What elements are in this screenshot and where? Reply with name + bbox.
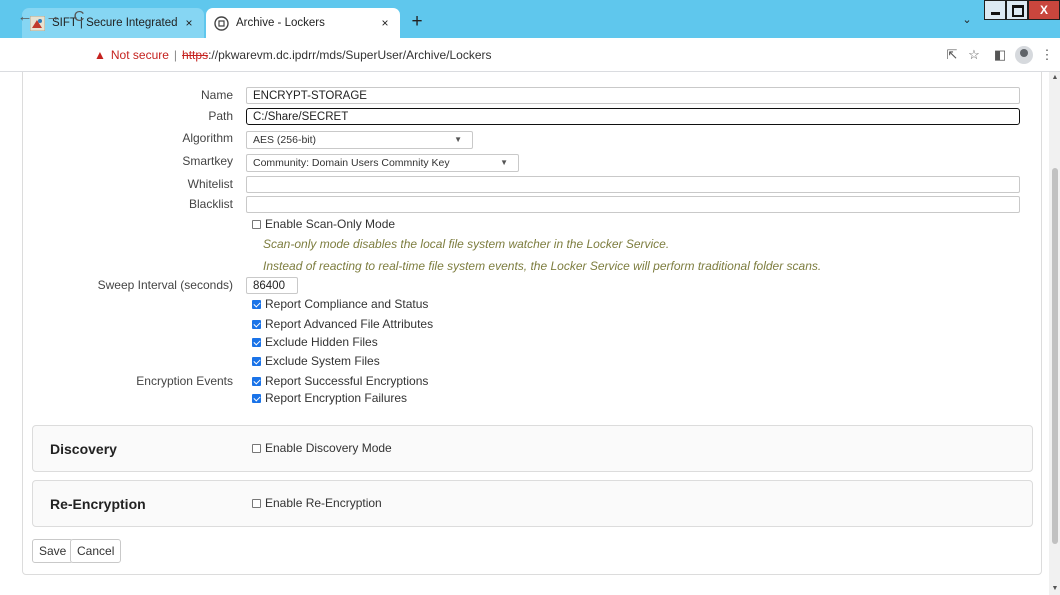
bookmark-star-icon[interactable]: ☆ [965,46,983,64]
whitelist-input[interactable] [246,176,1020,193]
scroll-down-arrow-icon[interactable]: ▼ [1051,585,1059,593]
page-scrollbar[interactable]: ▲ ▼ [1049,72,1060,595]
discovery-checkbox-row[interactable]: Enable Discovery Mode [252,441,392,455]
tab-close-icon[interactable]: × [182,16,196,30]
report-successful-checkbox[interactable] [252,376,261,386]
blacklist-label: Blacklist [188,197,233,211]
sweep-interval-label: Sweep Interval (seconds) [97,278,233,292]
blacklist-input[interactable] [246,196,1020,213]
discovery-title: Discovery [50,441,117,457]
option-advanced-attributes[interactable]: Report Advanced File Attributes [252,317,433,331]
side-panel-icon[interactable]: ◧ [991,46,1009,64]
reencryption-title: Re-Encryption [50,496,146,512]
name-input[interactable] [246,87,1020,104]
encryption-events-label: Encryption Events [136,374,233,388]
algorithm-selected-value: AES (256-bit) [253,134,317,146]
scroll-thumb[interactable] [1052,168,1058,544]
option-label: Exclude System Files [265,354,380,368]
chevron-down-icon: ▼ [500,158,508,167]
discovery-checkbox[interactable] [252,443,261,453]
whitelist-label: Whitelist [187,177,233,191]
address-bar[interactable]: ▲ Not secure | https ://pkwarevm.dc.ipdr… [94,45,914,65]
tab-archive-lockers[interactable]: Archive - Lockers × [206,8,400,38]
window-minimize-button[interactable] [984,0,1006,20]
profile-avatar-icon[interactable] [1015,46,1033,64]
scan-only-note-2: Instead of reacting to real-time file sy… [263,259,822,273]
option-label: Report Encryption Failures [265,391,408,405]
algorithm-label: Algorithm [182,131,233,145]
page-viewport: Name Path Algorithm AES (256-bit) ▼ Smar… [0,72,1049,595]
address-separator: | [173,48,178,62]
warning-triangle-icon: ▲ [94,48,106,62]
smartkey-selected-value: Community: Domain Users Commnity Key [253,157,450,169]
option-report-successful[interactable]: Report Successful Encryptions [252,374,428,388]
scan-only-checkbox-row[interactable]: Enable Scan-Only Mode [252,217,395,231]
scan-only-checkbox[interactable] [252,219,261,229]
new-tab-button[interactable]: + [406,11,428,33]
scan-only-label: Enable Scan-Only Mode [265,217,396,231]
path-label: Path [208,109,233,123]
reencryption-checkbox-row[interactable]: Enable Re-Encryption [252,496,382,510]
url-path: ://pkwarevm.dc.ipdrr/mds/SuperUser/Archi… [208,48,492,62]
window-close-button[interactable]: X [1028,0,1060,20]
scan-only-note-1: Scan-only mode disables the local file s… [263,237,670,251]
reencryption-checkbox[interactable] [252,498,261,508]
sweep-interval-input[interactable] [246,277,298,294]
exclude-system-checkbox[interactable] [252,356,261,366]
option-label: Report Successful Encryptions [265,374,429,388]
window-maximize-button[interactable] [1006,0,1028,20]
chevron-down-icon: ▼ [454,135,462,144]
option-label: Report Compliance and Status [265,297,429,311]
name-label: Name [200,88,233,102]
discovery-section: Discovery Enable Discovery Mode [32,425,1033,472]
option-exclude-system[interactable]: Exclude System Files [252,354,380,368]
algorithm-select[interactable]: AES (256-bit) ▼ [246,131,473,149]
tab-close-icon[interactable]: × [378,16,392,30]
share-icon[interactable]: ⇱ [943,46,961,64]
tab-search-chevron-icon[interactable]: ⌄ [959,13,975,29]
archive-favicon-icon [214,15,229,31]
save-button[interactable]: Save [32,539,74,563]
menu-kebab-icon[interactable]: ⋮ [1038,46,1056,64]
back-arrow-icon[interactable]: ← [16,8,34,26]
option-label: Report Advanced File Attributes [265,317,434,331]
reencryption-checkbox-label: Enable Re-Encryption [265,496,382,510]
forward-arrow-icon[interactable]: → [44,8,62,26]
option-report-compliance[interactable]: Report Compliance and Status [252,297,428,311]
not-secure-label: Not secure [110,48,169,62]
option-label: Exclude Hidden Files [265,335,378,349]
smartkey-select[interactable]: Community: Domain Users Commnity Key ▼ [246,154,519,172]
path-input[interactable] [246,108,1020,125]
url-scheme: https [182,48,209,62]
cancel-button[interactable]: Cancel [70,539,122,563]
reload-icon[interactable]: C [70,8,88,26]
report-failures-checkbox[interactable] [252,393,261,403]
report-compliance-checkbox[interactable] [252,299,261,309]
reencryption-section: Re-Encryption Enable Re-Encryption [32,480,1033,527]
smartkey-label: Smartkey [182,154,233,168]
option-exclude-hidden[interactable]: Exclude Hidden Files [252,335,378,349]
exclude-hidden-checkbox[interactable] [252,337,261,347]
advanced-attributes-checkbox[interactable] [252,319,261,329]
scroll-up-arrow-icon[interactable]: ▲ [1051,74,1059,82]
discovery-checkbox-label: Enable Discovery Mode [265,441,392,455]
tab-title: Archive - Lockers [236,17,325,29]
browser-titlebar: SIFT | Secure Integrated File Tagg × Arc… [0,0,1060,38]
option-report-failures[interactable]: Report Encryption Failures [252,391,407,405]
